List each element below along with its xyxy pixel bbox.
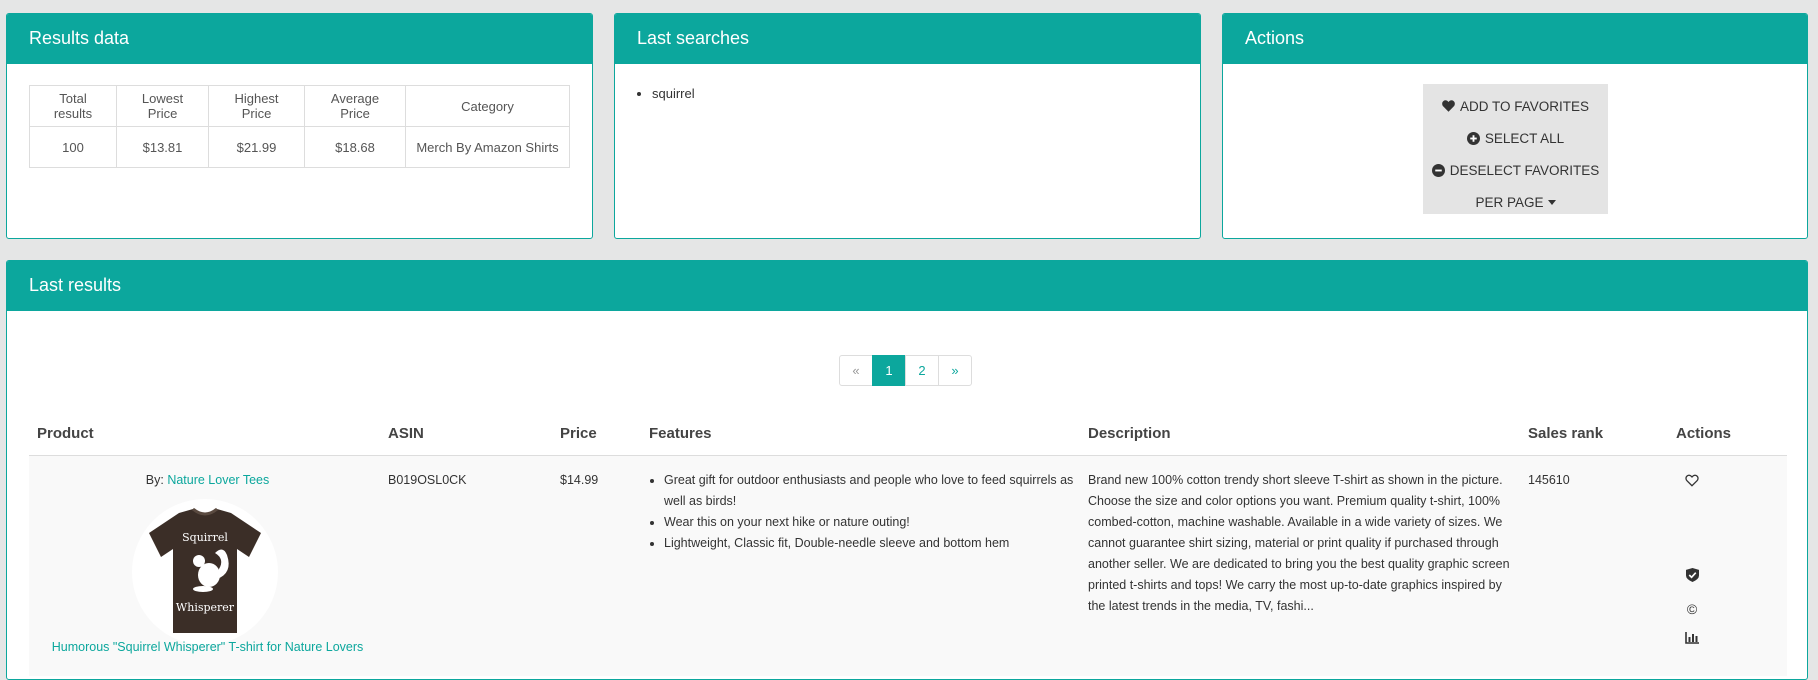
copyright-button[interactable]: © [1682, 599, 1702, 619]
value-average-price: $18.68 [304, 126, 406, 168]
shield-check-icon [1685, 567, 1699, 587]
plus-circle-icon [1466, 131, 1480, 145]
header-lowest-price: Lowest Price [116, 85, 209, 127]
features-list: Great gift for outdoor enthusiasts and p… [649, 470, 1074, 554]
trademark-check-button[interactable] [1682, 567, 1702, 587]
last-results-panel: Last results « 1 2 » Product ASIN Price … [6, 260, 1808, 680]
select-all-label: SELECT ALL [1484, 130, 1565, 146]
search-item[interactable]: squirrel [652, 86, 1200, 101]
last-results-title: Last results [7, 261, 1807, 311]
sales-chart-button[interactable] [1682, 630, 1702, 650]
actions-title: Actions [1223, 14, 1807, 64]
pagination-page-2[interactable]: 2 [905, 355, 939, 386]
column-asin[interactable]: ASIN [388, 425, 424, 442]
product-image[interactable]: Squirrel Whisperer [139, 505, 271, 637]
price-value: $14.99 [560, 473, 599, 487]
pagination-next[interactable]: » [938, 355, 972, 386]
description-value: Brand new 100% cotton trendy short sleev… [1088, 473, 1510, 613]
add-to-favorites-button[interactable]: ADD TO FAVORITES [1423, 90, 1608, 122]
header-total-results: Total results [29, 85, 117, 127]
shirt-print-top: Squirrel [182, 531, 228, 544]
sales-rank-value: 145610 [1528, 473, 1570, 487]
deselect-favorites-button[interactable]: DESELECT FAVORITES [1423, 154, 1608, 186]
header-highest-price: Highest Price [208, 85, 305, 127]
value-category: Merch By Amazon Shirts [405, 126, 570, 168]
per-page-dropdown[interactable]: PER PAGE [1423, 186, 1608, 218]
features-cell: Great gift for outdoor enthusiasts and p… [649, 470, 1074, 554]
results-data-header-row: Total results Lowest Price Highest Price… [29, 85, 570, 127]
shirt-print-bottom: Whisperer [176, 601, 235, 614]
column-description[interactable]: Description [1088, 425, 1171, 442]
asin-value: B019OSL0CK [388, 473, 467, 487]
results-data-panel: Results data Total results Lowest Price … [6, 13, 593, 239]
pagination-page-1[interactable]: 1 [872, 355, 906, 386]
minus-circle-icon [1431, 163, 1445, 177]
select-all-button[interactable]: SELECT ALL [1423, 122, 1608, 154]
feature-item: Great gift for outdoor enthusiasts and p… [664, 470, 1074, 512]
value-highest-price: $21.99 [208, 126, 305, 168]
column-actions[interactable]: Actions [1676, 425, 1731, 442]
copyright-icon: © [1686, 601, 1698, 617]
product-title-link[interactable]: Humorous "Squirrel Whisperer" T-shirt fo… [29, 637, 386, 658]
feature-item: Lightweight, Classic fit, Double-needle … [664, 533, 1074, 554]
column-sales-rank[interactable]: Sales rank [1528, 425, 1603, 442]
per-page-label: PER PAGE [1475, 194, 1544, 210]
add-to-favorites-label: ADD TO FAVORITES [1459, 98, 1590, 114]
actions-panel: Actions ADD TO FAVORITES SELECT ALL DESE… [1222, 13, 1808, 239]
value-total-results: 100 [29, 126, 117, 168]
caret-down-icon [1547, 199, 1556, 205]
pagination-prev[interactable]: « [839, 355, 873, 386]
column-price[interactable]: Price [560, 425, 597, 442]
header-average-price: Average Price [304, 85, 406, 127]
header-category: Category [405, 85, 570, 127]
brand-link[interactable]: Nature Lover Tees [167, 473, 269, 487]
heart-icon [1442, 100, 1455, 112]
results-data-value-row: 100 $13.81 $21.99 $18.68 Merch By Amazon… [29, 126, 570, 168]
results-data-table: Total results Lowest Price Highest Price… [29, 85, 570, 168]
last-searches-panel: Last searches squirrel [614, 13, 1201, 239]
by-label: By: [145, 473, 164, 487]
pagination: « 1 2 » [839, 355, 972, 386]
last-searches-title: Last searches [615, 14, 1200, 64]
actions-box: ADD TO FAVORITES SELECT ALL DESELECT FAV… [1423, 84, 1608, 214]
heart-outline-icon [1685, 474, 1699, 492]
search-list: squirrel [615, 86, 1200, 101]
favorite-button[interactable] [1682, 473, 1702, 493]
bar-chart-icon [1685, 631, 1699, 649]
results-data-title: Results data [7, 14, 592, 64]
deselect-favorites-label: DESELECT FAVORITES [1449, 162, 1600, 178]
column-features[interactable]: Features [649, 425, 712, 442]
product-byline: By: Nature Lover Tees [29, 470, 386, 491]
column-product[interactable]: Product [37, 425, 94, 442]
feature-item: Wear this on your next hike or nature ou… [664, 512, 1074, 533]
value-lowest-price: $13.81 [116, 126, 209, 168]
